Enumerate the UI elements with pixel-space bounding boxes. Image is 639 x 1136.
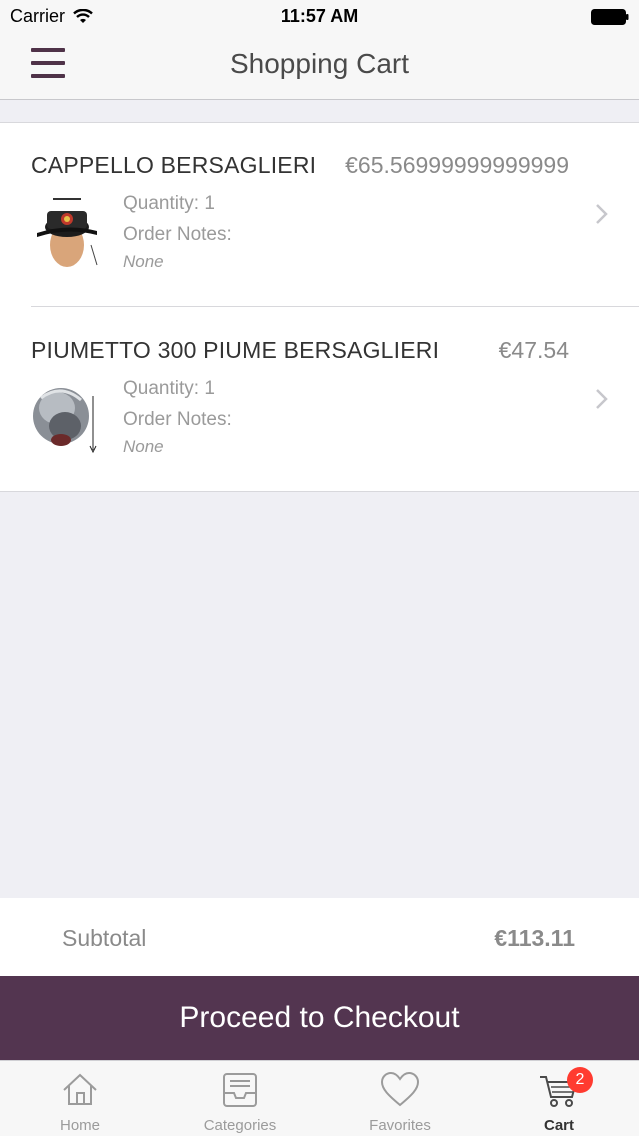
- navigation-bar: Shopping Cart: [0, 34, 639, 100]
- proceed-to-checkout-button[interactable]: Proceed to Checkout: [0, 976, 639, 1060]
- tab-bar: Home Categories Favorites 2 Cart: [0, 1060, 639, 1136]
- divider: [31, 306, 639, 307]
- tab-label: Favorites: [369, 1117, 431, 1134]
- item-quantity: Quantity: 1: [123, 193, 215, 214]
- tab-cart[interactable]: 2 Cart: [479, 1061, 639, 1136]
- order-notes-value: None: [123, 437, 164, 456]
- order-notes-label: Order Notes:: [123, 224, 232, 245]
- cart-list: CAPPELLO BERSAGLIERI €65.56999999999999 …: [0, 122, 639, 492]
- chevron-right-icon: [596, 389, 608, 409]
- cart-count-badge: 2: [567, 1067, 593, 1093]
- item-price: €47.54: [498, 337, 569, 363]
- subtotal-row: Subtotal €113.11: [0, 898, 639, 976]
- product-thumbnail-plume: [33, 388, 97, 454]
- status-time: 11:57 AM: [280, 6, 359, 26]
- tab-label: Home: [59, 1117, 100, 1134]
- tab-label: Categories: [203, 1117, 277, 1134]
- inbox-icon: [223, 1073, 257, 1107]
- status-bar: Carrier 11:57 AM: [0, 0, 639, 34]
- item-price: €65.56999999999999: [345, 152, 569, 178]
- tab-home[interactable]: Home: [0, 1061, 160, 1136]
- item-quantity: Quantity: 1: [123, 378, 215, 399]
- item-name: CAPPELLO BERSAGLIERI: [31, 152, 317, 178]
- order-notes-value: None: [123, 252, 164, 271]
- heart-icon: [380, 1071, 420, 1107]
- item-name: PIUMETTO 300 PIUME BERSAGLIERI: [31, 337, 440, 363]
- tab-label: Cart: [543, 1117, 574, 1134]
- battery-icon: [591, 9, 629, 25]
- subtotal-value: €113.11: [494, 925, 575, 951]
- cart-item[interactable]: CAPPELLO BERSAGLIERI €65.56999999999999 …: [0, 123, 639, 307]
- tab-favorites[interactable]: Favorites: [320, 1061, 480, 1136]
- product-thumbnail-hat: [37, 197, 98, 267]
- order-notes-label: Order Notes:: [123, 409, 232, 430]
- tab-categories[interactable]: Categories: [160, 1061, 320, 1136]
- chevron-right-icon: [596, 204, 608, 224]
- page-title: Shopping Cart: [229, 48, 409, 79]
- cart-item[interactable]: PIUMETTO 300 PIUME BERSAGLIERI €47.54 Qu…: [0, 308, 639, 492]
- subtotal-label: Subtotal: [62, 925, 147, 951]
- home-icon: [63, 1073, 97, 1105]
